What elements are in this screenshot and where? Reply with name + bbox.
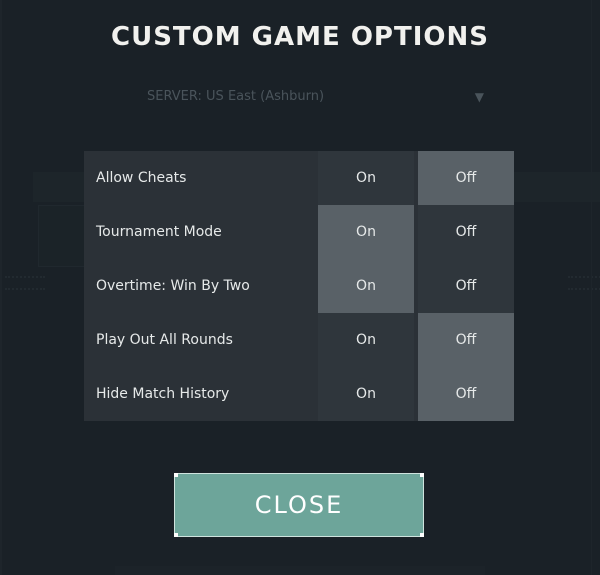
option-off-button[interactable]: Off xyxy=(418,367,514,421)
chevron-down-icon: ▼ xyxy=(474,90,484,104)
close-button-label: CLOSE xyxy=(254,491,344,519)
option-off-button[interactable]: Off xyxy=(418,259,514,313)
option-on-button[interactable]: On xyxy=(318,205,414,259)
option-row: Allow Cheats On Off xyxy=(84,151,514,205)
option-off-button[interactable]: Off xyxy=(418,205,514,259)
option-label: Overtime: Win By Two xyxy=(96,278,250,294)
option-off-button[interactable]: Off xyxy=(418,313,514,367)
options-panel: Allow Cheats On Off Tournament Mode On Off Ove… xyxy=(84,151,514,421)
server-dropdown-value: SERVER: US East (Ashburn) xyxy=(147,89,325,104)
server-dropdown: SERVER: US East (Ashburn) ▼ xyxy=(140,82,490,112)
option-row: Play Out All Rounds On Off xyxy=(84,313,514,367)
option-label: Tournament Mode xyxy=(96,224,222,240)
button-corner xyxy=(174,533,178,537)
option-row: Tournament Mode On Off xyxy=(84,205,514,259)
close-button[interactable]: CLOSE xyxy=(174,473,424,537)
option-row: Hide Match History On Off xyxy=(84,367,514,421)
button-corner xyxy=(174,473,178,477)
dialog-title: CUSTOM GAME OPTIONS xyxy=(111,22,489,52)
game-screen: CUSTOM GAME OPTIONS SERVER: US East (Ash… xyxy=(0,0,600,575)
option-row: Overtime: Win By Two On Off xyxy=(84,259,514,313)
option-on-button[interactable]: On xyxy=(318,259,414,313)
option-on-button[interactable]: On xyxy=(318,313,414,367)
button-corner xyxy=(420,533,424,537)
option-on-button[interactable]: On xyxy=(318,367,414,421)
option-label: Allow Cheats xyxy=(96,170,187,186)
option-off-button[interactable]: Off xyxy=(418,151,514,205)
option-label: Hide Match History xyxy=(96,386,230,402)
option-label: Play Out All Rounds xyxy=(96,332,233,348)
button-corner xyxy=(420,473,424,477)
option-on-button[interactable]: On xyxy=(318,151,414,205)
